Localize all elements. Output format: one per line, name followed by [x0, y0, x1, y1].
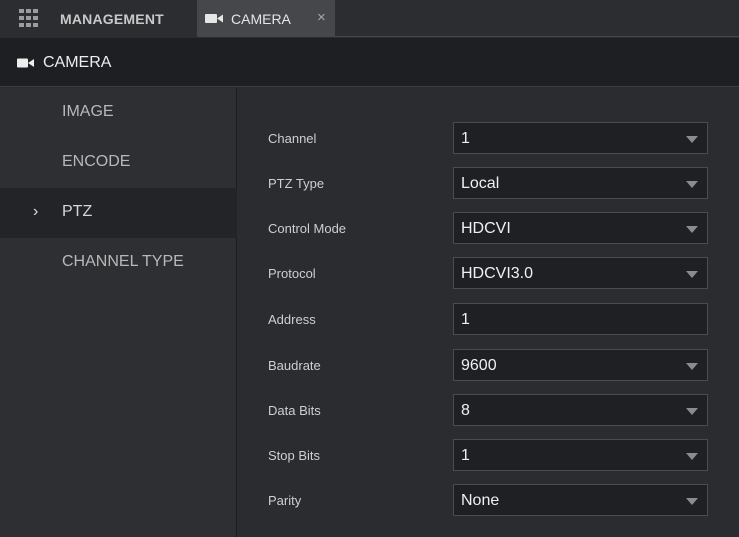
chevron-down-icon	[686, 226, 698, 233]
form-row-protocol: Protocol HDCVI3.0	[238, 257, 739, 289]
stop-bits-label: Stop Bits	[268, 448, 321, 463]
data-bits-select[interactable]: 8	[453, 394, 708, 426]
ptz-type-value: Local	[461, 175, 500, 192]
sidebar: IMAGE ENCODE › PTZ CHANNEL TYPE	[0, 88, 237, 537]
sidebar-item-image[interactable]: IMAGE	[0, 88, 237, 138]
form-row-data-bits: Data Bits 8	[238, 394, 739, 426]
address-value: 1	[461, 311, 470, 328]
channel-label: Channel	[268, 131, 317, 146]
page-title: CAMERA	[43, 54, 112, 71]
camera-icon	[205, 14, 223, 23]
control-mode-value: HDCVI	[461, 220, 511, 237]
sidebar-item-encode[interactable]: ENCODE	[0, 138, 237, 188]
parity-value: None	[461, 492, 500, 509]
parity-label: Parity	[268, 493, 302, 508]
chevron-down-icon	[686, 408, 698, 415]
tab-management[interactable]: MANAGEMENT	[0, 0, 197, 37]
sidebar-item-label: IMAGE	[62, 103, 114, 120]
sidebar-item-label: ENCODE	[62, 153, 131, 170]
protocol-select[interactable]: HDCVI3.0	[453, 257, 708, 289]
grid-icon	[19, 9, 38, 27]
camera-icon	[17, 58, 34, 68]
baudrate-select[interactable]: 9600	[453, 349, 708, 381]
sidebar-item-channel-type[interactable]: CHANNEL TYPE	[0, 238, 237, 288]
ptz-type-label: PTZ Type	[268, 176, 325, 191]
tab-camera[interactable]: CAMERA ×	[197, 0, 335, 37]
sidebar-item-ptz[interactable]: › PTZ	[0, 188, 237, 238]
tab-camera-label: CAMERA	[231, 11, 291, 27]
data-bits-value: 8	[461, 402, 470, 419]
tab-bar: MANAGEMENT CAMERA ×	[0, 0, 739, 37]
sidebar-item-label: PTZ	[62, 203, 93, 220]
chevron-down-icon	[686, 498, 698, 505]
tab-management-label: MANAGEMENT	[60, 11, 164, 27]
protocol-value: HDCVI3.0	[461, 265, 534, 282]
chevron-down-icon	[686, 136, 698, 143]
close-icon[interactable]: ×	[317, 9, 326, 26]
channel-select[interactable]: 1	[453, 122, 708, 154]
control-mode-label: Control Mode	[268, 221, 347, 236]
chevron-down-icon	[686, 363, 698, 370]
page-header: CAMERA	[0, 38, 739, 87]
parity-select[interactable]: None	[453, 484, 708, 516]
form-row-stop-bits: Stop Bits 1	[238, 439, 739, 471]
form-row-ptz-type: PTZ Type Local	[238, 167, 739, 199]
data-bits-label: Data Bits	[268, 403, 321, 418]
stop-bits-value: 1	[461, 447, 470, 464]
ptz-type-select[interactable]: Local	[453, 167, 708, 199]
form-row-address: Address 1	[238, 303, 739, 335]
baudrate-value: 9600	[461, 357, 497, 374]
control-mode-select[interactable]: HDCVI	[453, 212, 708, 244]
stop-bits-select[interactable]: 1	[453, 439, 708, 471]
address-input[interactable]: 1	[453, 303, 708, 335]
chevron-down-icon	[686, 181, 698, 188]
form-row-channel: Channel 1	[238, 122, 739, 154]
chevron-down-icon	[686, 453, 698, 460]
channel-value: 1	[461, 130, 470, 147]
baudrate-label: Baudrate	[268, 358, 321, 373]
form-row-baudrate: Baudrate 9600	[238, 349, 739, 381]
form-row-parity: Parity None	[238, 484, 739, 516]
chevron-down-icon	[686, 271, 698, 278]
chevron-right-icon: ›	[33, 203, 39, 220]
protocol-label: Protocol	[268, 266, 316, 281]
ptz-settings-form: Channel 1 PTZ Type Local Control Mode HD…	[238, 88, 739, 537]
sidebar-item-label: CHANNEL TYPE	[62, 253, 184, 270]
form-row-control-mode: Control Mode HDCVI	[238, 212, 739, 244]
address-label: Address	[268, 312, 316, 327]
